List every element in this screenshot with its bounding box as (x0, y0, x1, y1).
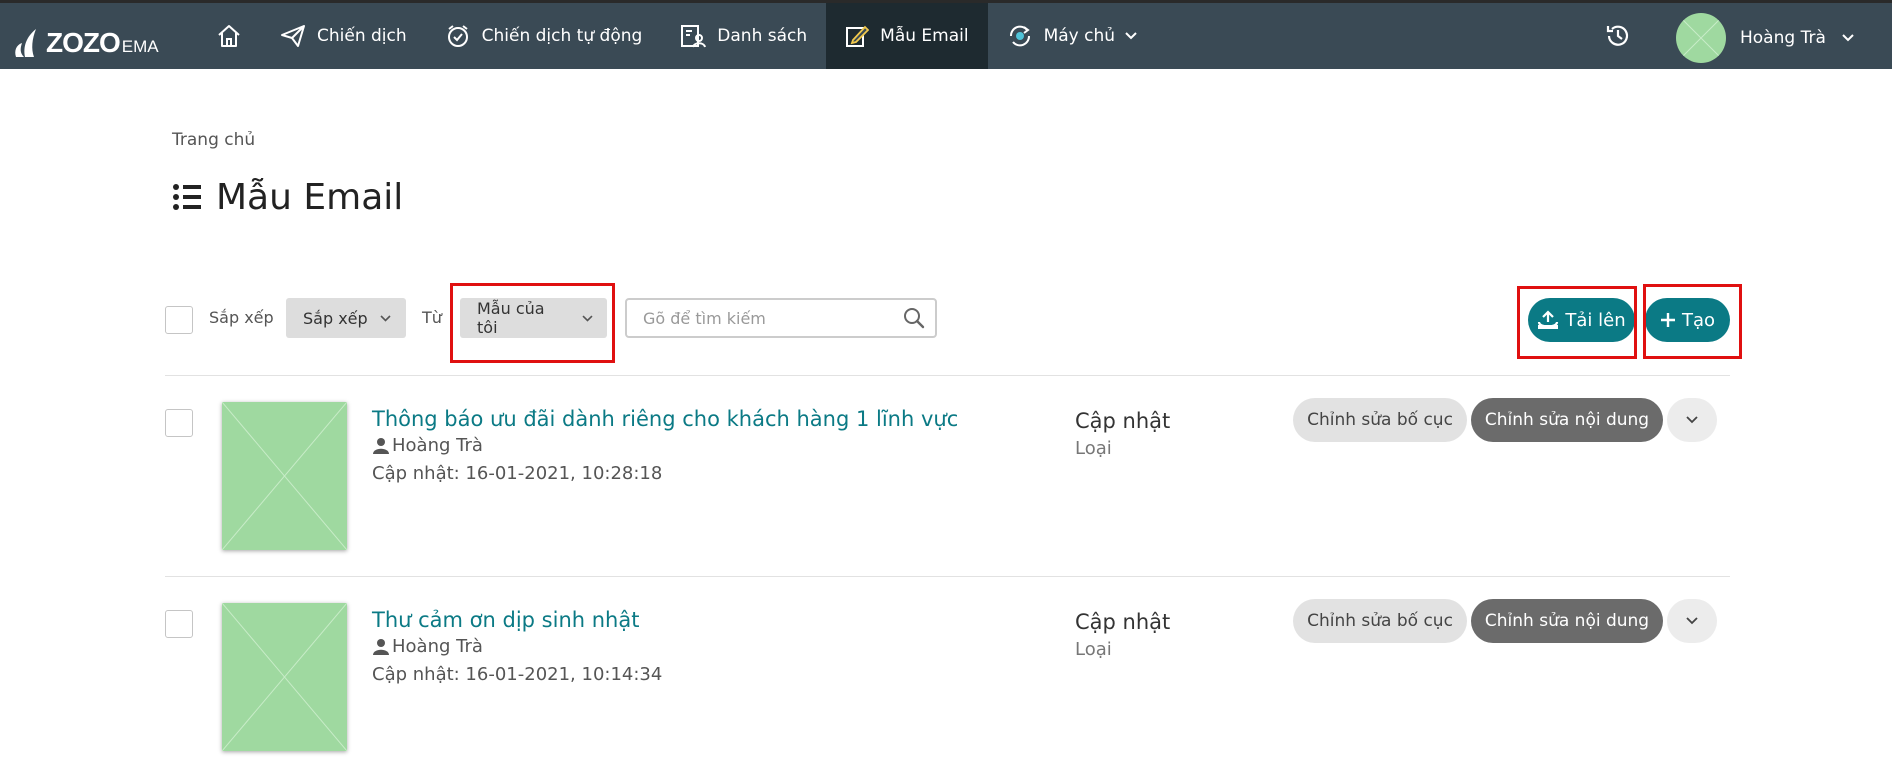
edit-document-icon (846, 25, 870, 47)
contact-list-icon (681, 25, 707, 48)
search-box (625, 298, 937, 338)
image-placeholder-icon (222, 603, 347, 751)
nav-campaigns-label: Chiến dịch (317, 26, 407, 46)
history-icon[interactable] (1604, 22, 1632, 50)
main-nav: Chiến dịch Chiến dịch tự động Danh sách (200, 3, 1156, 69)
highlight-box-create (1643, 284, 1742, 359)
template-title[interactable]: Thông báo ưu đãi dành riêng cho khách hà… (372, 407, 958, 431)
chevron-down-icon (380, 314, 391, 322)
row-checkbox[interactable] (165, 610, 193, 638)
page-title-text: Mẫu Email (216, 176, 404, 218)
template-row: Thư cảm ơn dịp sinh nhật Hoàng Trà Cập n… (0, 576, 1892, 776)
server-sync-icon (1009, 25, 1030, 47)
template-author-name: Hoàng Trà (392, 435, 483, 456)
logo-text: ZOZO (46, 27, 121, 58)
chevron-down-icon (1686, 617, 1698, 625)
user-icon (373, 437, 389, 454)
template-type: Loại (1075, 639, 1112, 660)
edit-content-button[interactable]: Chỉnh sửa nội dung (1471, 398, 1663, 442)
chevron-down-icon (1686, 416, 1698, 424)
select-all-checkbox[interactable] (165, 306, 193, 334)
nav-email-templates[interactable]: Mẫu Email (826, 3, 988, 69)
nav-lists-label: Danh sách (717, 26, 808, 46)
template-type: Loại (1075, 438, 1112, 459)
template-updated: Cập nhật: 16-01-2021, 10:28:18 (372, 463, 663, 484)
template-thumbnail[interactable] (222, 603, 347, 751)
zozo-ema-logo[interactable]: ZOZO EMA (12, 19, 159, 59)
template-author-name: Hoàng Trà (392, 636, 483, 657)
nav-campaigns[interactable]: Chiến dịch (261, 3, 426, 69)
user-icon (373, 638, 389, 655)
template-status: Cập nhật (1075, 409, 1171, 433)
home-icon (218, 25, 240, 47)
nav-servers[interactable]: Máy chủ (988, 3, 1156, 69)
template-thumbnail[interactable] (222, 402, 347, 550)
sort-dropdown-value: Sắp xếp (303, 308, 368, 328)
user-name: Hoàng Trà (1740, 28, 1826, 48)
from-label: Từ (422, 308, 442, 327)
list-icon (173, 184, 201, 210)
template-author: Hoàng Trà (372, 636, 483, 657)
template-status: Cập nhật (1075, 610, 1171, 634)
logo-subtext: EMA (121, 37, 159, 56)
nav-home[interactable] (200, 3, 261, 69)
avatar (1676, 13, 1726, 63)
chevron-down-icon (1842, 34, 1854, 42)
edit-layout-button[interactable]: Chỉnh sửa bố cục (1293, 398, 1467, 442)
nav-servers-label: Máy chủ (1043, 26, 1116, 46)
highlight-box-filter (450, 283, 615, 363)
search-icon[interactable] (903, 307, 925, 329)
sort-label: Sắp xếp (209, 308, 274, 327)
nav-automation-label: Chiến dịch tự động (481, 26, 643, 46)
row-checkbox[interactable] (165, 409, 193, 437)
alarm-clock-icon (447, 25, 468, 47)
breadcrumb[interactable]: Trang chủ (172, 130, 255, 150)
template-row: Thông báo ưu đãi dành riêng cho khách hà… (0, 375, 1892, 575)
edit-content-button[interactable]: Chỉnh sửa nội dung (1471, 599, 1663, 643)
page-title: Mẫu Email (172, 175, 403, 219)
paper-plane-icon (281, 25, 305, 47)
nav-lists[interactable]: Danh sách (661, 3, 826, 69)
template-updated: Cập nhật: 16-01-2021, 10:14:34 (372, 664, 663, 685)
highlight-box-upload (1517, 286, 1637, 359)
user-menu[interactable]: Hoàng Trà (1676, 13, 1854, 63)
logo-mark-icon (15, 29, 36, 57)
chevron-down-icon (1125, 32, 1137, 40)
search-input[interactable] (643, 308, 903, 328)
top-navigation-bar: ZOZO EMA Chiến dịch Chiến dịch tự động D… (0, 0, 1892, 69)
more-actions-button[interactable] (1667, 398, 1717, 442)
sort-dropdown[interactable]: Sắp xếp (286, 298, 406, 338)
nav-automation[interactable]: Chiến dịch tự động (426, 3, 662, 69)
template-author: Hoàng Trà (372, 435, 483, 456)
edit-layout-button[interactable]: Chỉnh sửa bố cục (1293, 599, 1467, 643)
template-title[interactable]: Thư cảm ơn dịp sinh nhật (372, 608, 639, 632)
avatar-placeholder-icon (1676, 13, 1726, 63)
image-placeholder-icon (222, 402, 347, 550)
nav-email-templates-label: Mẫu Email (880, 26, 969, 46)
more-actions-button[interactable] (1667, 599, 1717, 643)
